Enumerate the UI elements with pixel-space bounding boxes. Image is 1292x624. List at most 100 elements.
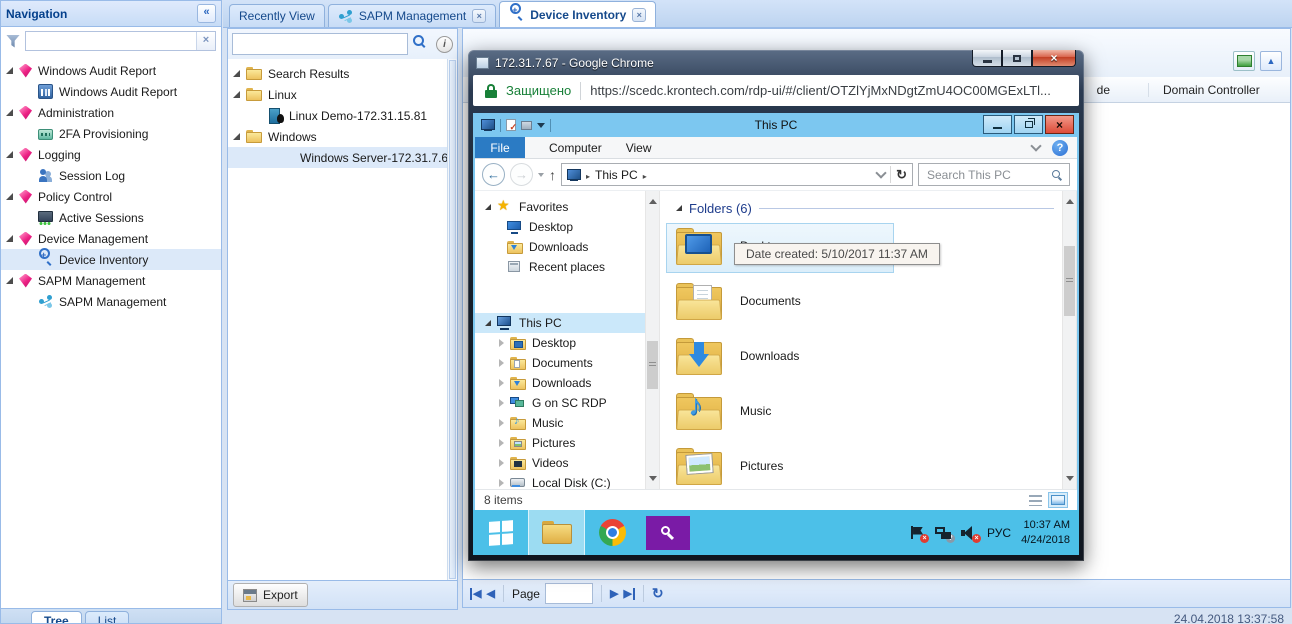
tree-node-search-results[interactable]: Search Results <box>228 63 457 84</box>
nav-fav-downloads[interactable]: Downloads <box>475 237 645 257</box>
folder-item-pictures[interactable]: Pictures <box>676 447 1062 485</box>
scrollbar-thumb[interactable] <box>647 341 658 389</box>
close-tab-icon[interactable]: × <box>632 7 647 22</box>
address-dropdown-icon[interactable] <box>875 167 887 179</box>
tab-tree[interactable]: Tree <box>31 611 82 623</box>
nav-pc-documents[interactable]: Documents <box>475 353 645 373</box>
device-tree-scrollbar[interactable] <box>447 59 457 580</box>
prev-page-button[interactable]: ◀ <box>486 588 494 600</box>
folder-item-downloads[interactable]: Downloads <box>676 337 1062 375</box>
history-dropdown-icon[interactable] <box>538 172 544 180</box>
nav-group-sapm-management[interactable]: SAPM Management <box>1 270 221 291</box>
breadcrumb[interactable]: This PC ↻ <box>561 163 913 186</box>
nav-pc-music[interactable]: Music <box>475 413 645 433</box>
minimize-button[interactable] <box>983 115 1012 134</box>
nav-pc-pictures[interactable]: Pictures <box>475 433 645 453</box>
column-header-domain-controller[interactable]: Domain Controller <box>1149 83 1260 97</box>
tree-node-windows[interactable]: Windows <box>228 126 457 147</box>
nav-pane-scrollbar[interactable] <box>645 191 660 489</box>
nav-pc-desktop[interactable]: Desktop <box>475 333 645 353</box>
collapsed-expander-icon[interactable] <box>499 479 504 487</box>
nav-group-device-management[interactable]: Device Management <box>1 228 221 249</box>
collapsed-expander-icon[interactable] <box>499 399 504 407</box>
next-page-button[interactable]: ▶ <box>610 588 618 600</box>
restore-button[interactable] <box>1014 115 1043 134</box>
url-text[interactable]: https://scedc.krontech.com/rdp-ui/#/clie… <box>590 83 1067 98</box>
export-image-button[interactable] <box>1233 51 1255 71</box>
expander-icon[interactable] <box>6 151 13 158</box>
nav-item-sapm-management[interactable]: SAPM Management <box>1 291 221 312</box>
expand-ribbon-icon[interactable] <box>1030 140 1042 152</box>
nav-pc-local-disk[interactable]: Local Disk (C:) <box>475 473 645 489</box>
action-center-flag-icon[interactable]: × <box>909 525 930 543</box>
folder-item-documents[interactable]: Documents <box>676 282 1062 320</box>
navigation-filter-input[interactable] <box>25 31 216 51</box>
collapsed-expander-icon[interactable] <box>499 439 504 447</box>
last-page-button[interactable]: ▶ <box>623 587 635 600</box>
device-search-input[interactable] <box>232 33 408 55</box>
clock[interactable]: 10:37 AM 4/24/2018 <box>1021 518 1070 547</box>
expander-icon[interactable] <box>6 277 13 284</box>
collapse-up-button[interactable]: ▲ <box>1260 51 1282 71</box>
tab-list[interactable]: List <box>84 611 130 623</box>
close-button[interactable]: × <box>1045 115 1074 134</box>
forward-button[interactable]: → <box>510 163 533 186</box>
tree-node-linux[interactable]: Linux <box>228 84 457 105</box>
back-button[interactable]: ← <box>482 163 505 186</box>
expander-icon[interactable] <box>6 109 13 116</box>
tree-node-windows-server[interactable]: Windows Server-172.31.7.67 <box>228 147 457 168</box>
explorer-titlebar[interactable]: This PC × <box>475 113 1077 137</box>
chrome-taskbar-button[interactable] <box>585 510 640 555</box>
help-icon[interactable]: ? <box>1052 139 1068 156</box>
chrome-titlebar[interactable]: 172.31.7.67 - Google Chrome × <box>473 50 1079 75</box>
file-explorer-taskbar-button[interactable] <box>528 510 585 555</box>
scrollbar-thumb[interactable] <box>1064 246 1075 316</box>
language-indicator[interactable]: РУС <box>987 526 1011 540</box>
clear-filter-button[interactable]: × <box>196 32 215 50</box>
details-view-icon[interactable] <box>1029 494 1042 506</box>
nav-item-active-sessions[interactable]: Active Sessions <box>1 207 221 228</box>
nav-item-windows-audit-report[interactable]: Windows Audit Report <box>1 81 221 102</box>
nav-item-session-log[interactable]: Session Log <box>1 165 221 186</box>
nav-pc-downloads[interactable]: Downloads <box>475 373 645 393</box>
first-page-button[interactable]: ◀ <box>470 587 481 600</box>
secure-label[interactable]: Защищено <box>506 83 571 98</box>
explorer-search-box[interactable] <box>918 163 1070 186</box>
expander-icon[interactable] <box>6 193 13 200</box>
nav-group-policy-control[interactable]: Policy Control <box>1 186 221 207</box>
export-button[interactable]: Export <box>233 583 308 607</box>
nav-group-windows-audit-report[interactable]: Windows Audit Report <box>1 60 221 81</box>
up-button[interactable]: ↑ <box>549 168 556 182</box>
nav-item-device-inventory[interactable]: Device Inventory <box>1 248 221 270</box>
menu-computer[interactable]: Computer <box>549 141 602 155</box>
search-taskbar-button[interactable] <box>640 510 695 555</box>
nav-this-pc[interactable]: This PC <box>475 313 645 333</box>
collapsed-expander-icon[interactable] <box>499 459 504 467</box>
explorer-search-input[interactable] <box>925 166 1051 183</box>
maximize-button[interactable] <box>1002 50 1032 67</box>
collapsed-expander-icon[interactable] <box>499 359 504 367</box>
tab-device-inventory[interactable]: Device Inventory × <box>499 1 657 27</box>
collapsed-expander-icon[interactable] <box>499 379 504 387</box>
items-pane-scrollbar[interactable] <box>1062 191 1077 489</box>
scroll-up-icon[interactable] <box>649 195 657 204</box>
search-icon[interactable] <box>412 34 432 54</box>
close-button[interactable]: × <box>1032 50 1076 67</box>
expander-icon[interactable] <box>485 320 491 326</box>
nav-group-logging[interactable]: Logging <box>1 144 221 165</box>
scroll-down-icon[interactable] <box>1066 476 1074 485</box>
nav-fav-desktop[interactable]: Desktop <box>475 217 645 237</box>
expander-icon[interactable] <box>233 91 240 98</box>
nav-item-2fa-provisioning[interactable]: 2FA Provisioning <box>1 123 221 144</box>
nav-pc-g-on-sc-rdp[interactable]: G on SC RDP <box>475 393 645 413</box>
tab-sapm-management[interactable]: SAPM Management × <box>327 4 497 27</box>
collapsed-expander-icon[interactable] <box>499 339 504 347</box>
tree-node-linux-demo[interactable]: Linux Demo-172.31.15.81 <box>228 105 457 126</box>
scroll-up-icon[interactable] <box>1066 195 1074 204</box>
info-icon[interactable]: i <box>436 35 453 53</box>
expander-icon[interactable] <box>6 67 13 74</box>
expander-icon[interactable] <box>6 235 13 242</box>
collapse-panel-button[interactable]: « <box>197 4 216 23</box>
expander-icon[interactable] <box>676 205 682 211</box>
nav-group-administration[interactable]: Administration <box>1 102 221 123</box>
